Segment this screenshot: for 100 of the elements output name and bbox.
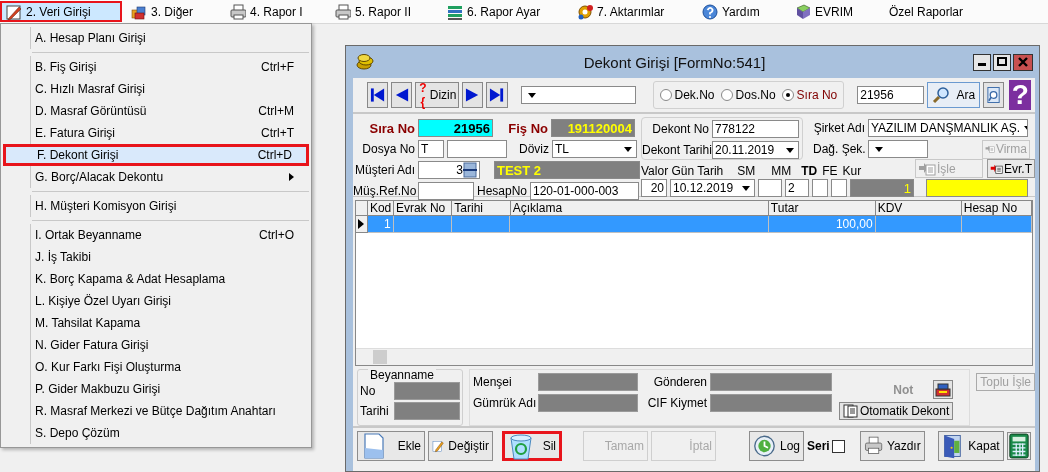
column-header[interactable]: Evrak No (393, 201, 453, 216)
menu-item[interactable]: 6. Rapor Ayar (442, 1, 572, 22)
menu-item[interactable]: A. Hesap Planı Girişi (3, 27, 309, 49)
search-button[interactable]: Ara (927, 82, 981, 108)
radio-icon (720, 89, 733, 101)
menu-item[interactable]: B. Fiş Girişi Ctrl+F (3, 56, 309, 78)
row-pointer-icon (358, 219, 365, 229)
menu-item[interactable]: F. Dekont Girişi Ctrl+D (3, 144, 309, 166)
column-header[interactable]: Kod (367, 201, 394, 216)
menu-item[interactable]: M. Tahsilat Kapama (3, 312, 309, 334)
menu-item[interactable]: C. Hızlı Masraf Girişi (3, 78, 309, 100)
shortcut-label: Ctrl+F (261, 60, 294, 74)
name-field[interactable]: TEST 2 (494, 161, 640, 179)
dropdown-field[interactable]: TL (552, 140, 637, 158)
input-field[interactable] (812, 179, 828, 197)
checkbox[interactable]: Seri (807, 439, 845, 453)
radio-button[interactable]: Dos.No (720, 88, 776, 102)
menu-item[interactable]: 7. Aktarımlar (572, 1, 697, 22)
preview-button[interactable] (983, 82, 1005, 108)
table-cell: 100,00 (768, 216, 876, 233)
column-header[interactable]: Açıklama (510, 201, 769, 216)
input-field[interactable]: 3 (418, 161, 480, 179)
menu-label: H. Müşteri Komisyon Girişi (35, 199, 178, 213)
input-field[interactable] (447, 140, 507, 158)
menu-item[interactable]: Yardım (697, 1, 790, 22)
action-button[interactable]: Ekle (357, 431, 425, 461)
menu-item[interactable]: H. Müşteri Komisyon Girişi (3, 195, 309, 217)
note-button[interactable] (933, 380, 954, 399)
dropdown-field[interactable]: YAZILIM DANŞMANLIK AŞ. (868, 119, 1028, 137)
input-field[interactable]: 191120004 (551, 119, 635, 137)
minimize-button[interactable] (973, 53, 991, 71)
auto-voucher-button[interactable]: Otomatik Dekont (838, 402, 954, 420)
column-header[interactable]: Tutar (768, 201, 876, 216)
menu-item[interactable]: J. İş Takibi (3, 246, 309, 268)
calculator-button[interactable] (1006, 432, 1031, 460)
menu-label: EVRIM (815, 4, 853, 19)
maximize-button[interactable] (993, 53, 1011, 71)
column-header[interactable]: KDV (875, 201, 962, 216)
input-field[interactable] (538, 373, 638, 391)
radio-button[interactable]: Dek.No (659, 88, 715, 102)
document-arrow-icon (918, 161, 936, 176)
menu-item[interactable]: S. Depo Çözüm (3, 422, 309, 444)
action-button[interactable]: Kapat (937, 431, 1004, 461)
menu-label: 2. Veri Girişi (26, 4, 91, 19)
menu-item[interactable]: 5. Rapor II (330, 1, 442, 22)
input-field[interactable] (831, 179, 847, 197)
menu-item[interactable]: 2. Veri Girişi (0, 1, 122, 22)
input-field[interactable] (394, 402, 460, 420)
action-button[interactable]: Sil (502, 431, 562, 461)
rate-field[interactable]: 1 (850, 179, 914, 197)
first-button[interactable] (367, 82, 389, 108)
input-field[interactable]: 2 (785, 179, 809, 197)
input-field[interactable] (758, 179, 782, 197)
input-field[interactable] (710, 373, 832, 391)
input-field[interactable] (394, 382, 460, 400)
action-button[interactable]: Yazdır (859, 431, 925, 461)
search-field[interactable]: 21956 (857, 86, 925, 104)
side-button[interactable]: Evr.T (987, 159, 1035, 178)
previous-button[interactable] (391, 82, 413, 108)
horizontal-scrollbar[interactable] (356, 348, 1032, 365)
menu-item[interactable]: E. Fatura Girişi Ctrl+T (3, 122, 309, 144)
menu-item[interactable]: I. Ortak Beyanname Ctrl+O (3, 224, 309, 246)
lookup-icon (463, 162, 477, 178)
column-header[interactable]: Tarihi (452, 201, 511, 216)
action-button[interactable]: Log (749, 431, 804, 461)
menu-item[interactable]: EVRIM (790, 1, 884, 22)
menu-item[interactable]: 4. Rapor I (225, 1, 330, 22)
menu-item[interactable]: O. Kur Farkı Fişi Oluşturma (3, 356, 309, 378)
help-button[interactable]: ? (1009, 80, 1031, 110)
menu-item[interactable]: N. Gider Fatura Girişi (3, 334, 309, 356)
documents-icon (842, 404, 859, 418)
column-header[interactable]: Hesap No (961, 201, 1032, 216)
last-button[interactable] (486, 82, 508, 108)
input-field[interactable]: 778122 (712, 120, 799, 138)
menu-item[interactable]: G. Borç/Alacak Dekontu (3, 166, 309, 188)
next-button[interactable] (462, 82, 484, 108)
dropdown-field[interactable]: 20.11.2019 (712, 141, 799, 159)
dropdown-field[interactable]: 10.12.2019 (670, 179, 755, 197)
dropdown-field[interactable] (868, 140, 928, 158)
menu-item[interactable]: K. Borç Kapama & Adat Hesaplama (3, 268, 309, 290)
input-field[interactable]: 20 (641, 179, 667, 197)
input-field[interactable] (710, 394, 832, 412)
input-field[interactable] (926, 179, 1028, 197)
menu-item[interactable]: L. Kişiye Özel Uyarı Girişi (3, 290, 309, 312)
menu-item[interactable]: R. Masraf Merkezi ve Bütçe Dağıtım Anahtarı (3, 400, 309, 422)
radio-icon (659, 89, 672, 101)
input-field[interactable] (418, 182, 474, 200)
action-button[interactable]: Değiştir (428, 431, 493, 461)
close-button[interactable] (1013, 53, 1033, 71)
radio-button[interactable]: Sıra No (781, 88, 838, 102)
input-field[interactable]: T (418, 140, 444, 158)
input-field[interactable]: 21956 (418, 119, 493, 137)
menu-item[interactable]: D. Masraf Görüntüsü Ctrl+M (3, 100, 309, 122)
menu-item[interactable]: 3. Diğer (126, 1, 225, 22)
menu-label: C. Hızlı Masraf Girişi (35, 82, 146, 96)
dropdown-field[interactable] (520, 86, 636, 104)
input-field[interactable] (538, 394, 638, 412)
input-field[interactable]: 120-01-000-003 (530, 182, 639, 200)
menu-item[interactable]: Özel Raporlar (884, 1, 969, 22)
menu-item[interactable]: P. Gider Makbuzu Girişi (3, 378, 309, 400)
